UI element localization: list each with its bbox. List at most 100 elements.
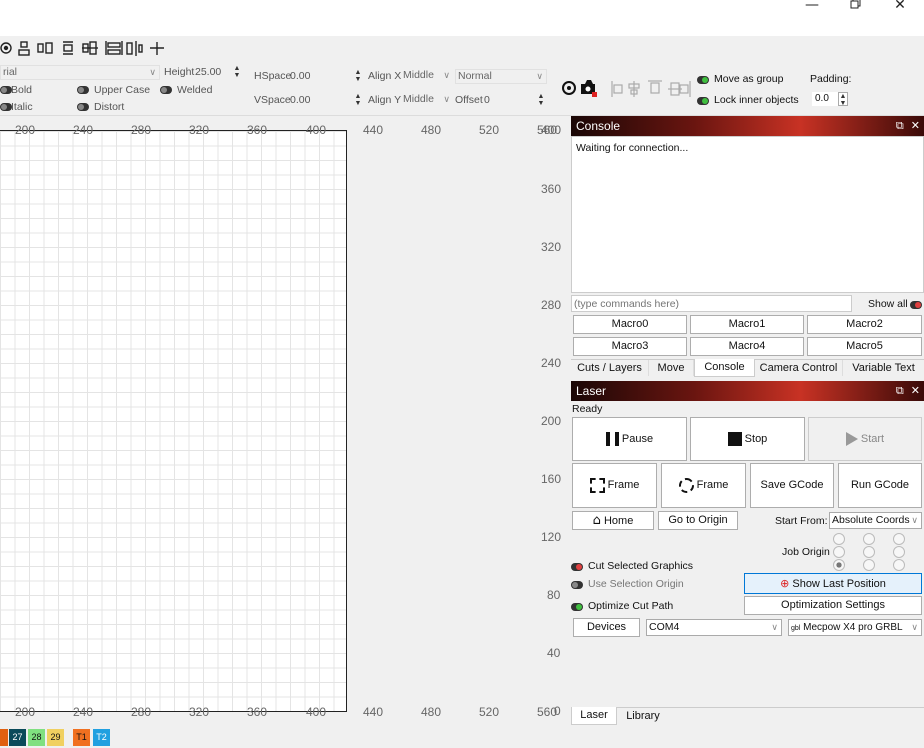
- device-select[interactable]: gbl Mecpow X4 pro GRBL ∨: [788, 619, 922, 636]
- x-tick-label: 520: [479, 123, 500, 137]
- hspace-spinner[interactable]: ▲ ▼: [353, 69, 363, 84]
- palette-swatch[interactable]: [0, 729, 8, 746]
- align-y-select[interactable]: Middle ∨: [401, 93, 453, 108]
- close-window-button[interactable]: ✕: [885, 0, 915, 13]
- origin-radio[interactable]: [833, 546, 845, 558]
- show-all-label: Show all: [868, 298, 908, 310]
- start-button[interactable]: Start: [808, 417, 922, 461]
- y-tick-label: 120: [541, 530, 562, 544]
- font-select[interactable]: rial ∨: [0, 65, 160, 80]
- console-output: Waiting for connection...: [571, 136, 924, 293]
- offset-label: Offset: [455, 94, 483, 106]
- palette-swatch[interactable]: T2: [93, 729, 110, 746]
- welded-toggle[interactable]: [160, 84, 172, 96]
- padding-spinner[interactable]: ▲ ▼: [838, 92, 848, 107]
- tab-camera-control[interactable]: Camera Control: [755, 360, 843, 376]
- device-value: Mecpow X4 pro GRBL: [803, 622, 903, 633]
- design-canvas[interactable]: [0, 117, 566, 723]
- toggle-icon: [697, 76, 709, 85]
- move-as-group-toggle[interactable]: [697, 74, 709, 86]
- lock-inner-toggle[interactable]: [697, 95, 709, 107]
- pause-button[interactable]: Pause: [572, 417, 687, 461]
- float-icon[interactable]: ⧉: [896, 384, 904, 397]
- save-gcode-button[interactable]: Save GCode: [750, 463, 834, 508]
- console-title: Console: [576, 119, 621, 133]
- minimize-button[interactable]: —: [797, 0, 827, 13]
- show-last-position-button[interactable]: ⊕ Show Last Position: [744, 573, 922, 594]
- go-to-origin-button[interactable]: Go to Origin: [658, 511, 738, 530]
- origin-radio[interactable]: [893, 533, 905, 545]
- vspace-spinner[interactable]: ▲ ▼: [353, 93, 363, 108]
- run-gcode-button[interactable]: Run GCode: [838, 463, 922, 508]
- port-value: COM4: [649, 621, 680, 633]
- align-buttons-disabled[interactable]: [610, 79, 692, 102]
- y-tick-label: 0: [554, 704, 561, 718]
- tab-variable-text[interactable]: Variable Text: [843, 360, 924, 376]
- toggle-icon: [160, 86, 172, 95]
- origin-radio[interactable]: [863, 559, 875, 571]
- y-tick-label: 280: [541, 298, 562, 312]
- restore-button[interactable]: [841, 0, 871, 13]
- align-y-label: Align Y: [368, 94, 402, 106]
- y-tick-label: 360: [541, 182, 562, 196]
- palette-swatch[interactable]: 27: [9, 729, 26, 746]
- macro-button[interactable]: Macro3: [573, 337, 687, 356]
- origin-radio[interactable]: [863, 533, 875, 545]
- x-tick-label: 400: [306, 705, 327, 719]
- tab-move[interactable]: Move: [649, 360, 694, 376]
- close-icon[interactable]: ✕: [911, 119, 920, 132]
- cut-selected-toggle[interactable]: [571, 561, 583, 573]
- macro-button[interactable]: Macro0: [573, 315, 687, 334]
- height-field[interactable]: 25.00: [195, 66, 221, 78]
- distort-toggle[interactable]: [77, 101, 89, 113]
- macro-button[interactable]: Macro4: [690, 337, 804, 356]
- macro-button[interactable]: Macro2: [807, 315, 922, 334]
- devices-button[interactable]: Devices: [573, 618, 640, 637]
- offset-field[interactable]: 0: [484, 94, 490, 106]
- tab-cuts-layers[interactable]: Cuts / Layers: [571, 360, 649, 376]
- x-tick-label: 280: [131, 705, 152, 719]
- vspace-field[interactable]: 0.00: [290, 94, 310, 106]
- x-tick-label: 320: [189, 123, 210, 137]
- optimize-cut-path-toggle[interactable]: [571, 601, 583, 613]
- upper-case-toggle[interactable]: [77, 84, 89, 96]
- crosshair-icon: ⊕: [780, 577, 790, 590]
- float-icon[interactable]: ⧉: [896, 119, 904, 132]
- style-select[interactable]: Normal ∨: [455, 69, 547, 84]
- x-tick-label: 360: [247, 123, 268, 137]
- align-x-select[interactable]: Middle ∨: [401, 69, 453, 84]
- origin-radio[interactable]: [893, 546, 905, 558]
- path-tool-buttons[interactable]: [559, 79, 601, 102]
- lock-inner-label: Lock inner objects: [714, 94, 799, 106]
- laser-title: Laser: [576, 384, 607, 398]
- tab-console[interactable]: Console: [694, 359, 755, 377]
- stop-button[interactable]: Stop: [690, 417, 805, 461]
- frame-circle-button[interactable]: Frame: [661, 463, 746, 508]
- use-selection-origin-toggle[interactable]: [571, 579, 583, 591]
- origin-radio[interactable]: [893, 559, 905, 571]
- macro-button[interactable]: Macro5: [807, 337, 922, 356]
- hspace-field[interactable]: 0.00: [290, 70, 310, 82]
- origin-radio[interactable]: [833, 533, 845, 545]
- tab-laser[interactable]: Laser: [571, 707, 617, 725]
- origin-radio[interactable]: [863, 546, 875, 558]
- palette-swatch[interactable]: 28: [28, 729, 45, 746]
- port-select[interactable]: COM4 ∨: [646, 619, 782, 636]
- close-icon[interactable]: ✕: [911, 384, 920, 397]
- height-spinner[interactable]: ▲ ▼: [232, 65, 242, 80]
- stop-label: Stop: [744, 433, 768, 445]
- macro-button[interactable]: Macro1: [690, 315, 804, 334]
- start-from-select[interactable]: Absolute Coords ∨: [829, 512, 922, 529]
- frame-rect-button[interactable]: Frame: [572, 463, 657, 508]
- origin-radio-selected[interactable]: [833, 559, 845, 571]
- padding-field[interactable]: 0.0: [812, 92, 838, 106]
- workspace-grid[interactable]: [0, 130, 347, 712]
- offset-spinner[interactable]: ▲ ▼: [536, 93, 546, 108]
- palette-swatch[interactable]: T1: [73, 729, 90, 746]
- home-button[interactable]: ⌂ Home: [572, 511, 654, 530]
- show-all-toggle[interactable]: [910, 299, 922, 311]
- command-input[interactable]: [571, 295, 852, 312]
- optimization-settings-button[interactable]: Optimization Settings: [744, 596, 922, 615]
- palette-swatch[interactable]: 29: [47, 729, 64, 746]
- tab-library[interactable]: Library: [617, 708, 669, 724]
